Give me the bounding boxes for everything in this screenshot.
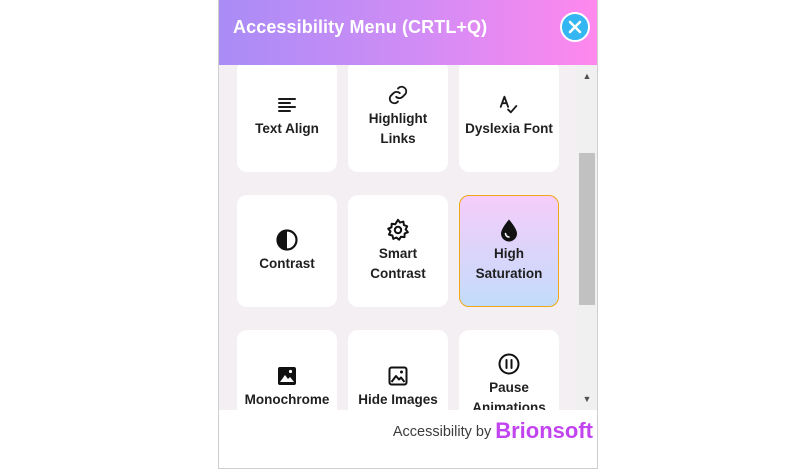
tile-label: Hide Images (358, 392, 438, 407)
tile-label: Contrast (259, 256, 315, 271)
align-left-icon (275, 93, 299, 117)
footer-prefix: Accessibility by (392, 424, 492, 440)
pause-animations-tile[interactable]: Pause Animations (459, 330, 559, 410)
tile-label: Text Align (255, 121, 319, 136)
image-icon (275, 364, 299, 388)
panel-title: Accessibility Menu (CRTL+Q) (233, 17, 488, 37)
brand-link[interactable]: Brionsoft (495, 418, 593, 443)
spellcheck-icon (497, 93, 521, 117)
gear-icon (386, 218, 410, 242)
pause-circle-icon (497, 352, 521, 376)
scroll-up-arrow[interactable]: ▲ (577, 67, 597, 85)
tile-label: Smart Contrast (370, 246, 426, 281)
contrast-tile[interactable]: Contrast (237, 195, 337, 307)
dyslexia-font-tile[interactable]: Dyslexia Font (459, 65, 559, 172)
scrollbar-thumb[interactable] (579, 153, 595, 305)
panel-header: Accessibility Menu (CRTL+Q) (219, 0, 597, 65)
tile-label: Highlight Links (368, 111, 428, 146)
close-icon (568, 20, 582, 34)
tile-label: High Saturation (475, 246, 543, 281)
scroll-down-arrow[interactable]: ▼ (577, 390, 597, 408)
accessibility-panel: Accessibility Menu (CRTL+Q) Text Align H… (218, 0, 598, 469)
smart-contrast-tile[interactable]: Smart Contrast (348, 195, 448, 307)
droplet-icon (497, 218, 521, 242)
contrast-icon (275, 228, 299, 252)
tile-label: Dyslexia Font (465, 121, 553, 136)
monochrome-tile[interactable]: Monochrome (237, 330, 337, 410)
panel-footer: Accessibility by Brionsoft (219, 410, 597, 468)
link-icon (386, 83, 410, 107)
high-saturation-tile[interactable]: High Saturation (459, 195, 559, 307)
text-align-tile[interactable]: Text Align (237, 65, 337, 172)
options-grid: Text Align Highlight Links Dyslexia Font… (219, 65, 577, 410)
tile-label: Monochrome (244, 392, 330, 407)
highlight-links-tile[interactable]: Highlight Links (348, 65, 448, 172)
footer-credit: Accessibility by Brionsoft (393, 418, 593, 444)
hide-images-tile[interactable]: Hide Images (348, 330, 448, 410)
vertical-scrollbar[interactable]: ▲ ▼ (577, 65, 597, 410)
tile-label: Pause Animations (472, 380, 546, 410)
image-icon (386, 364, 410, 388)
close-button[interactable] (560, 12, 590, 42)
